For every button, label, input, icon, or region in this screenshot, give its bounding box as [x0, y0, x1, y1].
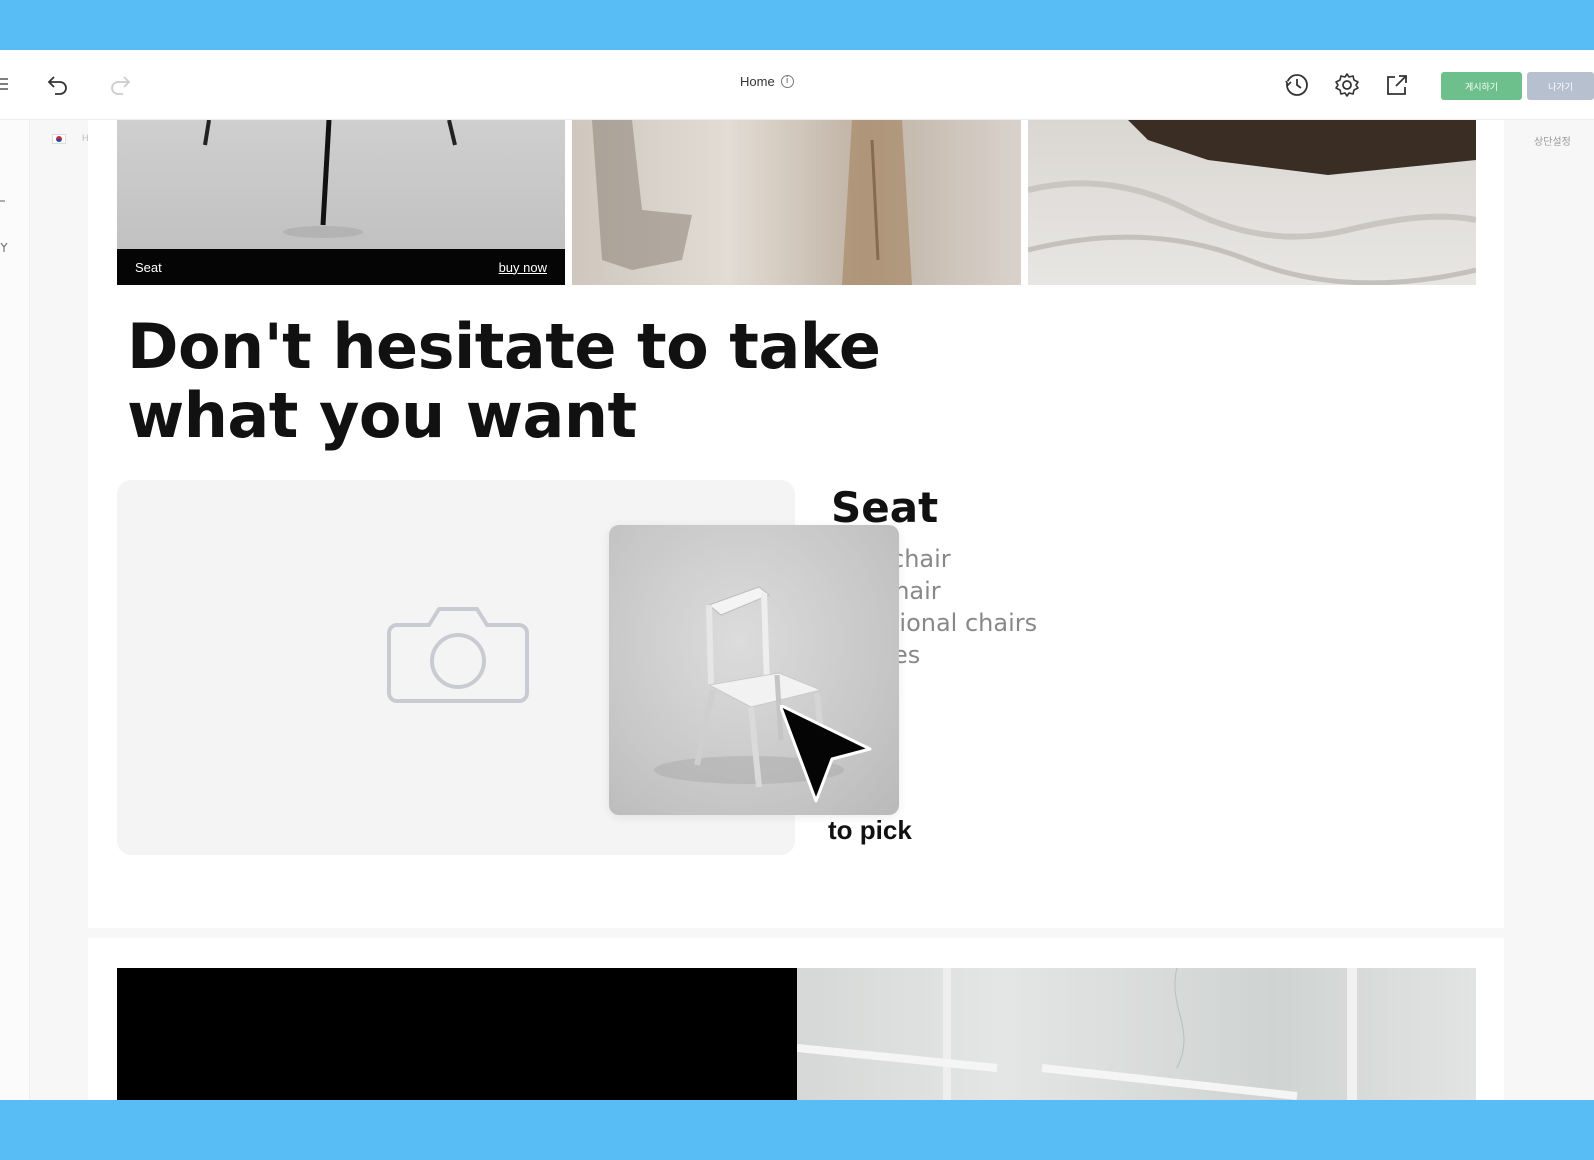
caption-title: Seat	[135, 259, 162, 275]
sidebar-tool-icon[interactable]	[0, 195, 10, 255]
headline-line-1: Don't hesitate to take	[127, 310, 881, 383]
right-panel: 상단설정	[1504, 120, 1594, 1100]
gallery-image-chair-legs[interactable]: Seat buy now	[117, 120, 565, 285]
gallery-image-fabric[interactable]	[1028, 120, 1476, 285]
page-title-label: Home	[740, 74, 775, 89]
drag-hint-label: to pick	[828, 815, 912, 845]
gallery-image-wood[interactable]	[572, 120, 1021, 285]
external-link-icon[interactable]	[1383, 71, 1411, 99]
editor-toolbar: Home i 게시하기 나가기	[0, 50, 1594, 120]
content-section-2[interactable]	[88, 938, 1504, 1100]
camera-icon	[387, 607, 529, 703]
banner-lamp-image[interactable]	[797, 968, 1476, 1100]
right-panel-label[interactable]: 상단설정	[1534, 133, 1571, 148]
banner-dark-block[interactable]	[117, 968, 797, 1100]
headline-line-2: what you want	[127, 379, 637, 452]
headline[interactable]: Don't hesitate to take what you want	[127, 312, 887, 450]
exit-button[interactable]: 나가기	[1527, 72, 1594, 100]
buy-now-link[interactable]: buy now	[499, 260, 547, 275]
info-icon[interactable]: i	[780, 75, 794, 88]
undo-icon[interactable]	[44, 70, 72, 98]
gear-icon[interactable]	[1333, 71, 1361, 99]
hamburger-icon[interactable]	[0, 74, 10, 94]
page-title[interactable]: Home i	[740, 74, 794, 89]
publish-button[interactable]: 게시하기	[1441, 72, 1522, 100]
content-section[interactable]: Seat buy now Don't hesitate to take what…	[88, 120, 1504, 928]
locale-flag-icon[interactable]	[52, 134, 66, 144]
editor-window: Home i 게시하기 나가기 H 상단설정 Seat buy now Don'…	[0, 50, 1594, 1100]
image-gallery: Seat buy now	[117, 120, 1476, 285]
gallery-caption: Seat buy now	[117, 249, 565, 285]
redo-icon[interactable]	[106, 70, 134, 98]
mouse-pointer-icon	[780, 705, 872, 803]
left-sidebar	[0, 120, 30, 1100]
history-icon[interactable]	[1283, 71, 1311, 99]
